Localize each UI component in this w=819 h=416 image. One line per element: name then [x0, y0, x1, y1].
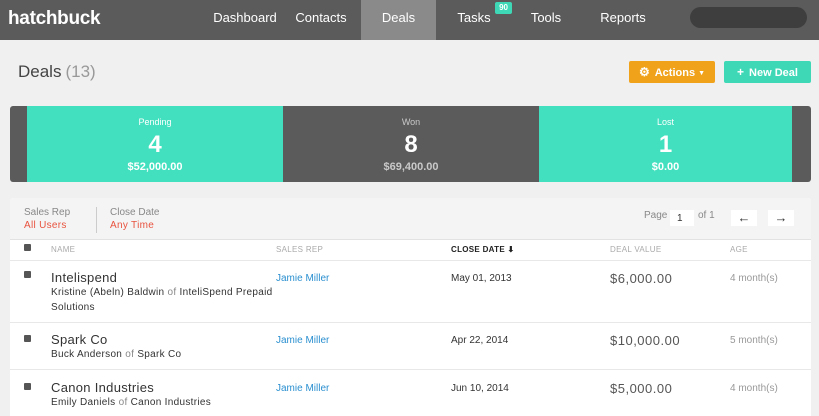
- close-date-filter-value: Any Time: [110, 220, 155, 231]
- pending-count: 4: [148, 131, 162, 158]
- row-checkbox[interactable]: [24, 271, 31, 278]
- lost-label: Lost: [656, 117, 674, 127]
- page-number-input[interactable]: [670, 210, 694, 226]
- gear-icon: ⚙: [638, 65, 650, 79]
- tasks-count-badge: 90: [495, 2, 512, 14]
- new-deal-label: New Deal: [749, 67, 798, 79]
- of-text: of: [167, 287, 177, 298]
- summary-won[interactable]: Won 8 $69,400.00: [283, 106, 539, 182]
- deal-contact: Emily Daniels of Canon Industries: [51, 395, 281, 410]
- contact-name[interactable]: Kristine (Abeln) Baldwin: [51, 287, 164, 298]
- pending-amount: $52,000.00: [127, 161, 183, 173]
- pending-label: Pending: [138, 117, 172, 127]
- deal-contact: Kristine (Abeln) Baldwin of InteliSpend …: [51, 285, 281, 315]
- search-input[interactable]: [690, 7, 807, 28]
- deal-value: $10,000.00: [610, 333, 681, 348]
- lost-count: 1: [658, 131, 673, 158]
- nav-contacts[interactable]: Contacts: [287, 0, 355, 40]
- deal-value: $5,000.00: [610, 381, 673, 396]
- row-checkbox[interactable]: [24, 383, 31, 390]
- col-close-date[interactable]: CLOSE DATE ⬇: [451, 245, 515, 254]
- nav-tasks[interactable]: Tasks 90: [452, 0, 512, 40]
- row-separator: [10, 369, 811, 370]
- filter-bar: Sales Rep All Users Close Date Any Time …: [10, 198, 811, 240]
- plus-icon: +: [737, 65, 745, 79]
- sales-rep-link[interactable]: Jamie Miller: [276, 335, 329, 346]
- deal-age: 4 month(s): [730, 273, 778, 284]
- won-count: 8: [404, 131, 418, 158]
- row-checkbox[interactable]: [24, 335, 31, 342]
- page-label: Page: [644, 210, 668, 221]
- sales-rep-filter-value: All Users: [24, 220, 67, 231]
- col-sales-rep[interactable]: SALES REP: [276, 245, 323, 254]
- of-text: of: [118, 397, 128, 408]
- lost-amount: $0.00: [651, 161, 680, 173]
- col-name[interactable]: NAME: [51, 245, 75, 254]
- select-all-checkbox[interactable]: [24, 244, 31, 251]
- nav-dashboard[interactable]: Dashboard: [205, 0, 285, 40]
- nav-reports[interactable]: Reports: [594, 0, 652, 40]
- col-age[interactable]: AGE: [730, 245, 748, 254]
- won-amount: $69,400.00: [383, 161, 439, 173]
- company-name[interactable]: Spark Co: [137, 349, 181, 360]
- top-nav: hatchbuck Dashboard Contacts Deals Tasks…: [0, 0, 819, 40]
- sales-rep-link[interactable]: Jamie Miller: [276, 383, 329, 394]
- new-deal-button[interactable]: + New Deal: [724, 61, 811, 83]
- close-date: May 01, 2013: [451, 273, 512, 284]
- close-date: Jun 10, 2014: [451, 383, 509, 394]
- close-date: Apr 22, 2014: [451, 335, 509, 346]
- deals-table: Sales Rep All Users Close Date Any Time …: [10, 198, 811, 416]
- sales-rep-filter-label: Sales Rep: [24, 207, 71, 218]
- nav-deals[interactable]: Deals: [361, 0, 436, 40]
- col-deal-value[interactable]: DEAL VALUE: [610, 245, 661, 254]
- nav-tools[interactable]: Tools: [524, 0, 568, 40]
- company-name[interactable]: Canon Industries: [131, 397, 211, 408]
- deal-contact: Buck Anderson of Spark Co: [51, 347, 281, 362]
- contact-name[interactable]: Emily Daniels: [51, 397, 115, 408]
- deal-summary: Pending 4 $52,000.00 Won 8 $69,400.00 Lo…: [10, 106, 811, 182]
- summary-lost[interactable]: Lost 1 $0.00: [539, 106, 792, 182]
- won-label: Won: [401, 117, 421, 127]
- row-separator: [10, 322, 811, 323]
- page-title-text: Deals: [18, 62, 62, 81]
- nav-tasks-label: Tasks: [457, 10, 491, 25]
- actions-label: Actions: [654, 67, 696, 79]
- prev-page-button[interactable]: ←: [731, 210, 757, 226]
- deal-name-link[interactable]: Intelispend: [51, 270, 117, 285]
- deal-name-link[interactable]: Spark Co: [51, 332, 108, 347]
- deal-name-link[interactable]: Canon Industries: [51, 380, 154, 395]
- actions-button[interactable]: ⚙ Actions ▼: [629, 61, 715, 83]
- deal-age: 4 month(s): [730, 383, 778, 394]
- caret-down-icon: ▼: [698, 70, 706, 77]
- deal-age: 5 month(s): [730, 335, 778, 346]
- contact-name[interactable]: Buck Anderson: [51, 349, 122, 360]
- filter-divider: [96, 207, 97, 233]
- next-page-button[interactable]: →: [768, 210, 794, 226]
- of-text: of: [125, 349, 135, 360]
- page-total: of 1: [698, 210, 715, 221]
- summary-pending[interactable]: Pending 4 $52,000.00: [27, 106, 283, 182]
- deal-count: (13): [65, 62, 96, 81]
- logo[interactable]: hatchbuck: [8, 8, 101, 30]
- row-separator: [10, 260, 811, 261]
- sales-rep-filter[interactable]: Sales Rep All Users: [24, 207, 70, 231]
- page-title: Deals (13): [18, 62, 96, 82]
- sales-rep-link[interactable]: Jamie Miller: [276, 273, 329, 284]
- deal-value: $6,000.00: [610, 271, 673, 286]
- close-date-filter[interactable]: Close Date Any Time: [110, 207, 159, 231]
- close-date-filter-label: Close Date: [110, 207, 160, 218]
